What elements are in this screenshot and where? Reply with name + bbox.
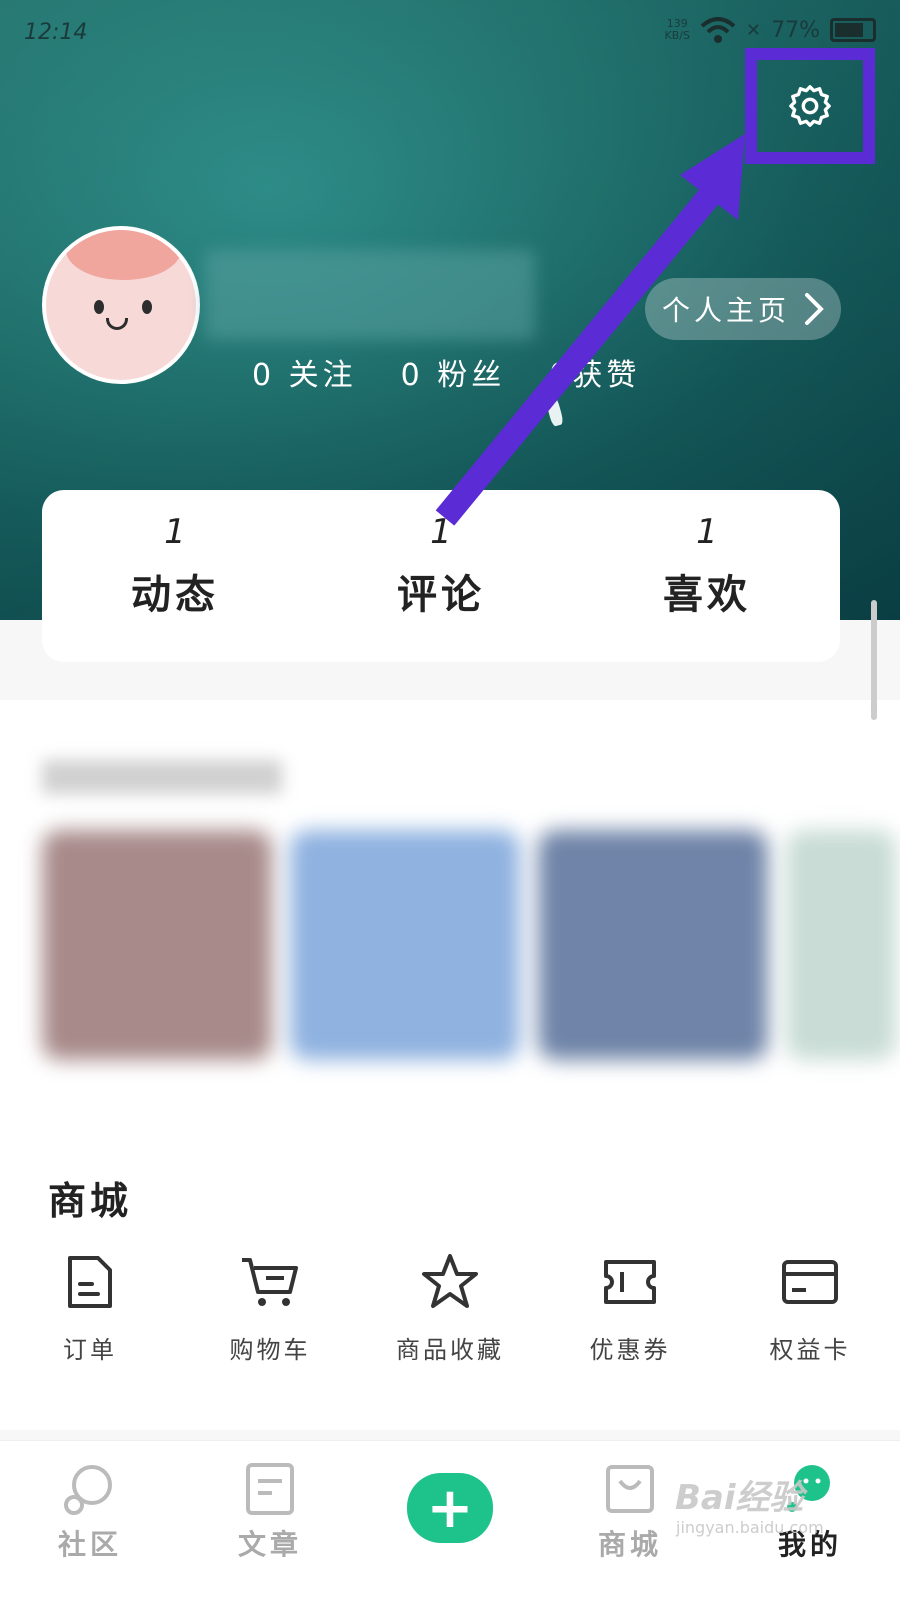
cart-icon: [242, 1258, 298, 1306]
avatar[interactable]: [42, 226, 200, 384]
activity-likes[interactable]: 1 喜欢: [574, 490, 840, 662]
mall-item-favorites[interactable]: 商品收藏: [360, 1250, 540, 1365]
personal-homepage-button[interactable]: 个人主页: [645, 278, 841, 340]
following-stat[interactable]: 0 关注: [252, 350, 357, 394]
bag-icon: [606, 1465, 654, 1513]
signal-off-icon: ✕: [746, 19, 762, 41]
settings-button[interactable]: [745, 48, 875, 164]
network-speed: 139 KB/S: [664, 17, 690, 42]
mall-title: 商城: [48, 1179, 133, 1223]
tab-community[interactable]: 社区: [0, 1441, 180, 1600]
activity-posts[interactable]: 1 动态: [42, 490, 308, 662]
community-icon: [64, 1465, 112, 1515]
scrollbar[interactable]: [871, 600, 877, 720]
wifi-icon: [700, 17, 736, 43]
tab-create[interactable]: +: [360, 1441, 540, 1600]
ticket-icon: [604, 1260, 656, 1304]
likes-received-stat[interactable]: 0获赞: [549, 350, 640, 394]
blurred-image[interactable]: [42, 830, 272, 1060]
username-blurred: [205, 250, 535, 340]
plus-icon: +: [407, 1473, 493, 1543]
mall-section: 商城 订单 购物车 商品收藏 优惠券 权益卡: [0, 1130, 900, 1430]
order-icon: [68, 1256, 112, 1308]
article-icon: [246, 1463, 294, 1515]
blurred-image[interactable]: [538, 830, 768, 1060]
mall-item-membership-card[interactable]: 权益卡: [720, 1250, 900, 1365]
profile-stats: 0 关注 0 粉丝 0获赞: [252, 350, 640, 394]
star-icon: [422, 1254, 478, 1308]
card-icon: [782, 1260, 838, 1304]
gear-icon: [789, 85, 831, 127]
followers-stat[interactable]: 0 粉丝: [401, 350, 506, 394]
baidu-watermark: Bai经验: [675, 1478, 804, 1518]
mall-item-cart[interactable]: 购物车: [180, 1250, 360, 1365]
battery-percent: 77%: [771, 17, 820, 43]
chevron-right-icon: [805, 293, 824, 325]
blurred-content-section: [0, 700, 900, 1130]
baidu-watermark-url: jingyan.baidu.com: [676, 1518, 824, 1537]
blurred-image[interactable]: [290, 830, 520, 1060]
activity-comments[interactable]: 1 评论: [308, 490, 574, 662]
blurred-image[interactable]: [786, 830, 896, 1060]
mall-item-orders[interactable]: 订单: [0, 1250, 180, 1365]
mall-item-coupons[interactable]: 优惠券: [540, 1250, 720, 1365]
battery-icon: [830, 18, 876, 42]
tab-articles[interactable]: 文章: [180, 1441, 360, 1600]
activity-card: 1 动态 1 评论 1 喜欢: [42, 490, 840, 662]
status-time: 12:14: [24, 20, 88, 45]
